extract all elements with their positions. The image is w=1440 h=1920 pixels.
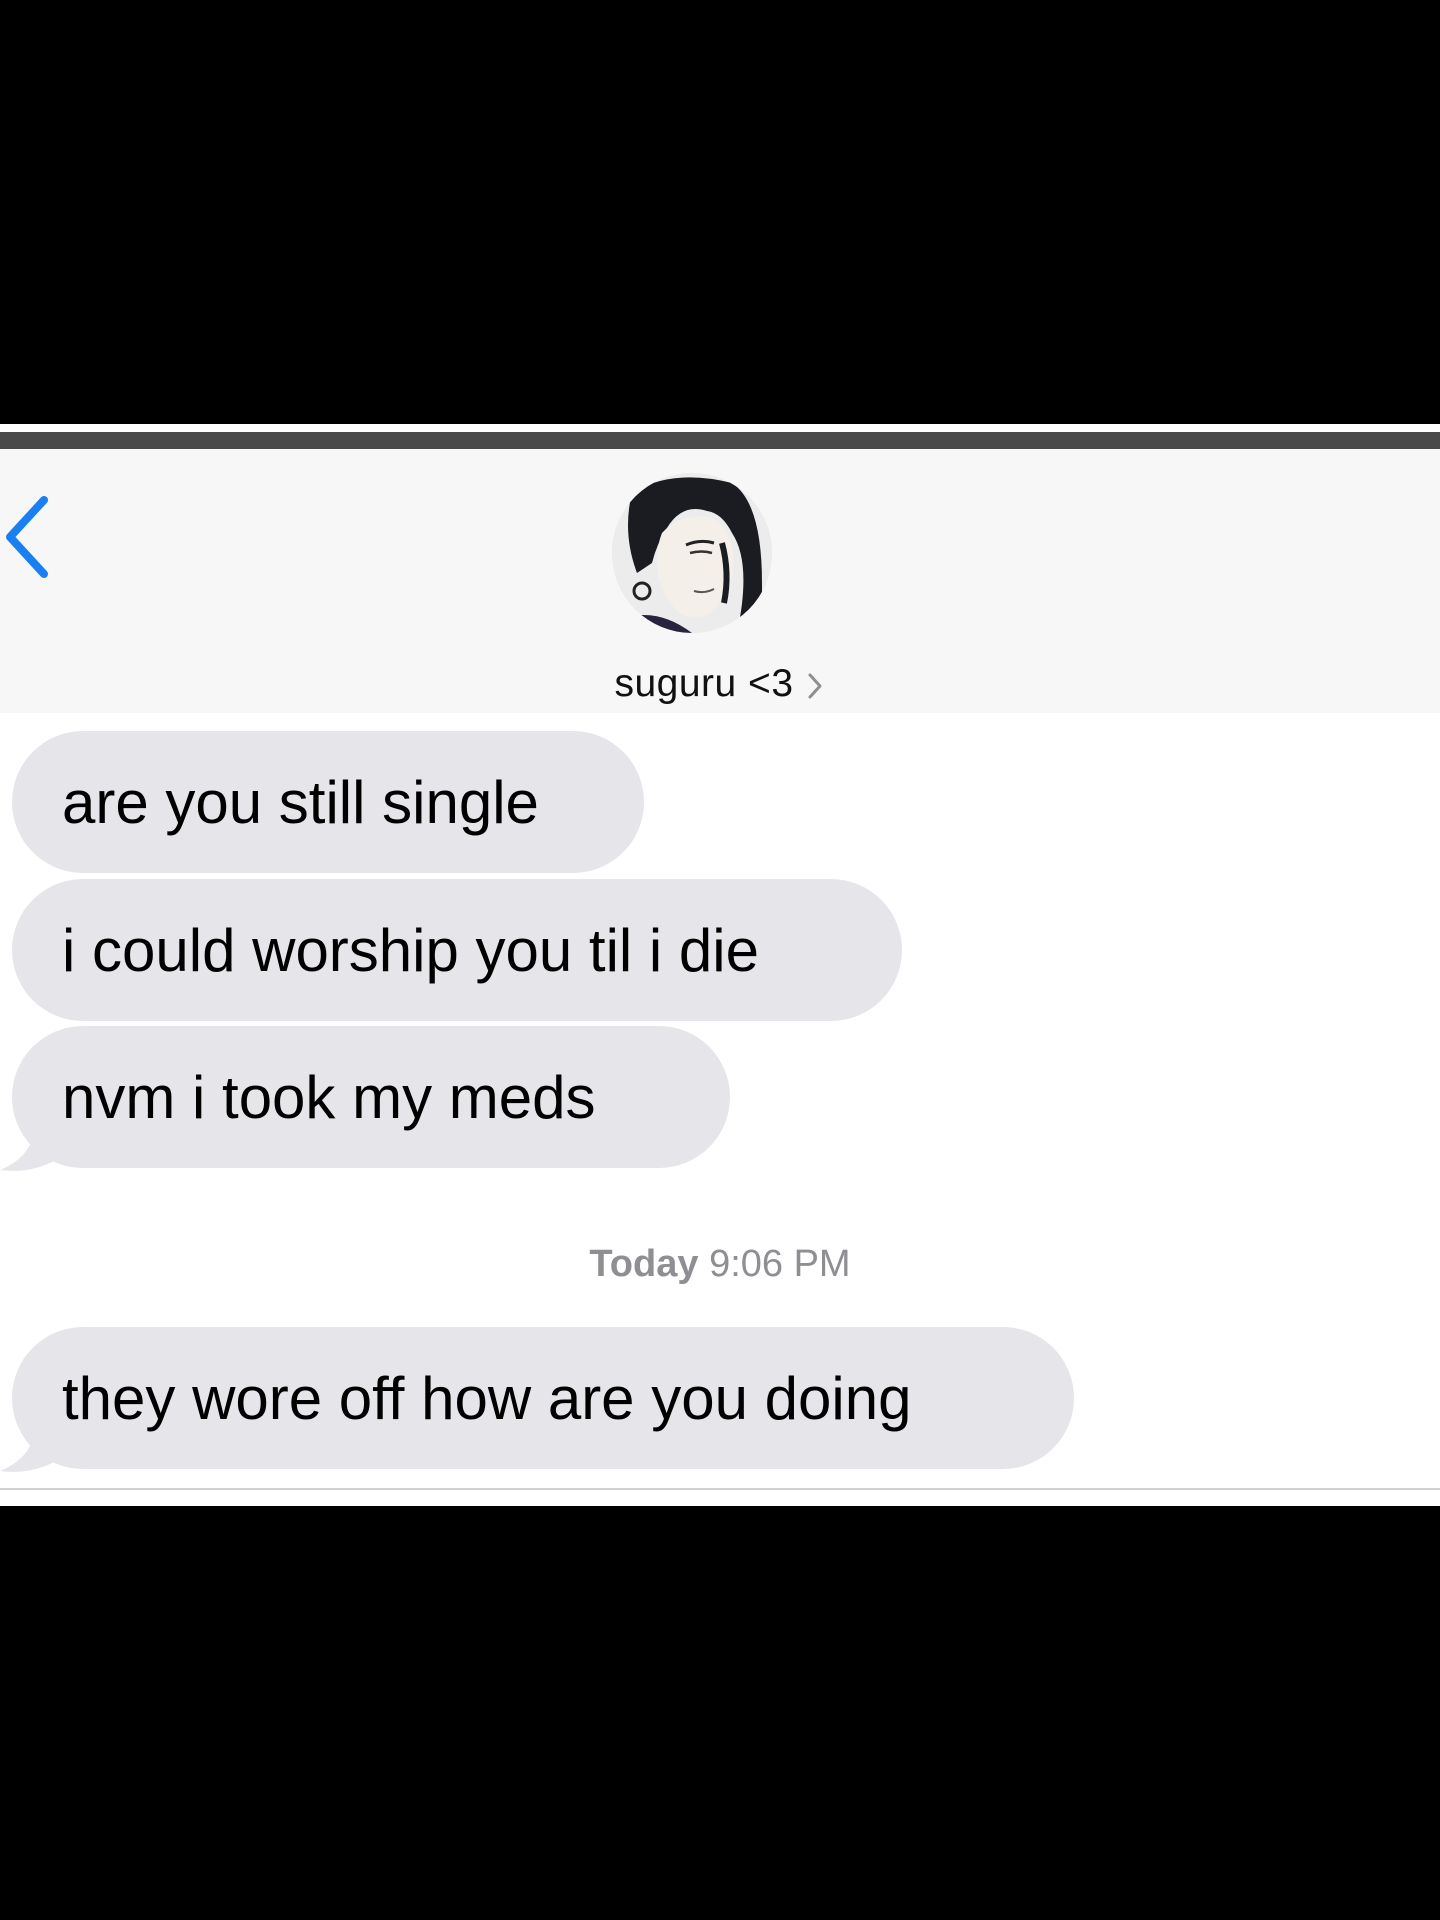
message-bubble[interactable]: i could worship you til i die	[12, 879, 902, 1021]
message-bubble[interactable]: they wore off how are you doing	[12, 1327, 1074, 1469]
contact-name: suguru <3	[614, 662, 794, 705]
message-timestamp: Today 9:06 PM	[0, 1243, 1440, 1286]
back-button[interactable]	[0, 489, 62, 589]
avatar-icon	[612, 473, 772, 633]
timestamp-day: Today	[589, 1243, 699, 1285]
message-list: are you still single i could worship you…	[0, 713, 1440, 1506]
top-strip	[0, 424, 1440, 432]
contact-name-button[interactable]: suguru <3	[0, 654, 1440, 714]
message-bubble[interactable]: are you still single	[12, 731, 644, 873]
avatar[interactable]	[612, 473, 772, 633]
top-divider	[0, 432, 1440, 449]
timestamp-time: 9:06 PM	[709, 1243, 851, 1285]
messages-screen: suguru <3 are you still single i could w…	[0, 424, 1440, 1506]
bubble-tail	[0, 1126, 60, 1176]
chevron-right-icon	[804, 669, 826, 703]
message-bubble[interactable]: nvm i took my meds	[12, 1026, 730, 1168]
bubble-tail	[0, 1427, 60, 1477]
bottom-divider	[0, 1488, 1440, 1506]
chevron-left-icon	[0, 492, 56, 587]
screenshot-frame: suguru <3 are you still single i could w…	[0, 0, 1440, 1920]
